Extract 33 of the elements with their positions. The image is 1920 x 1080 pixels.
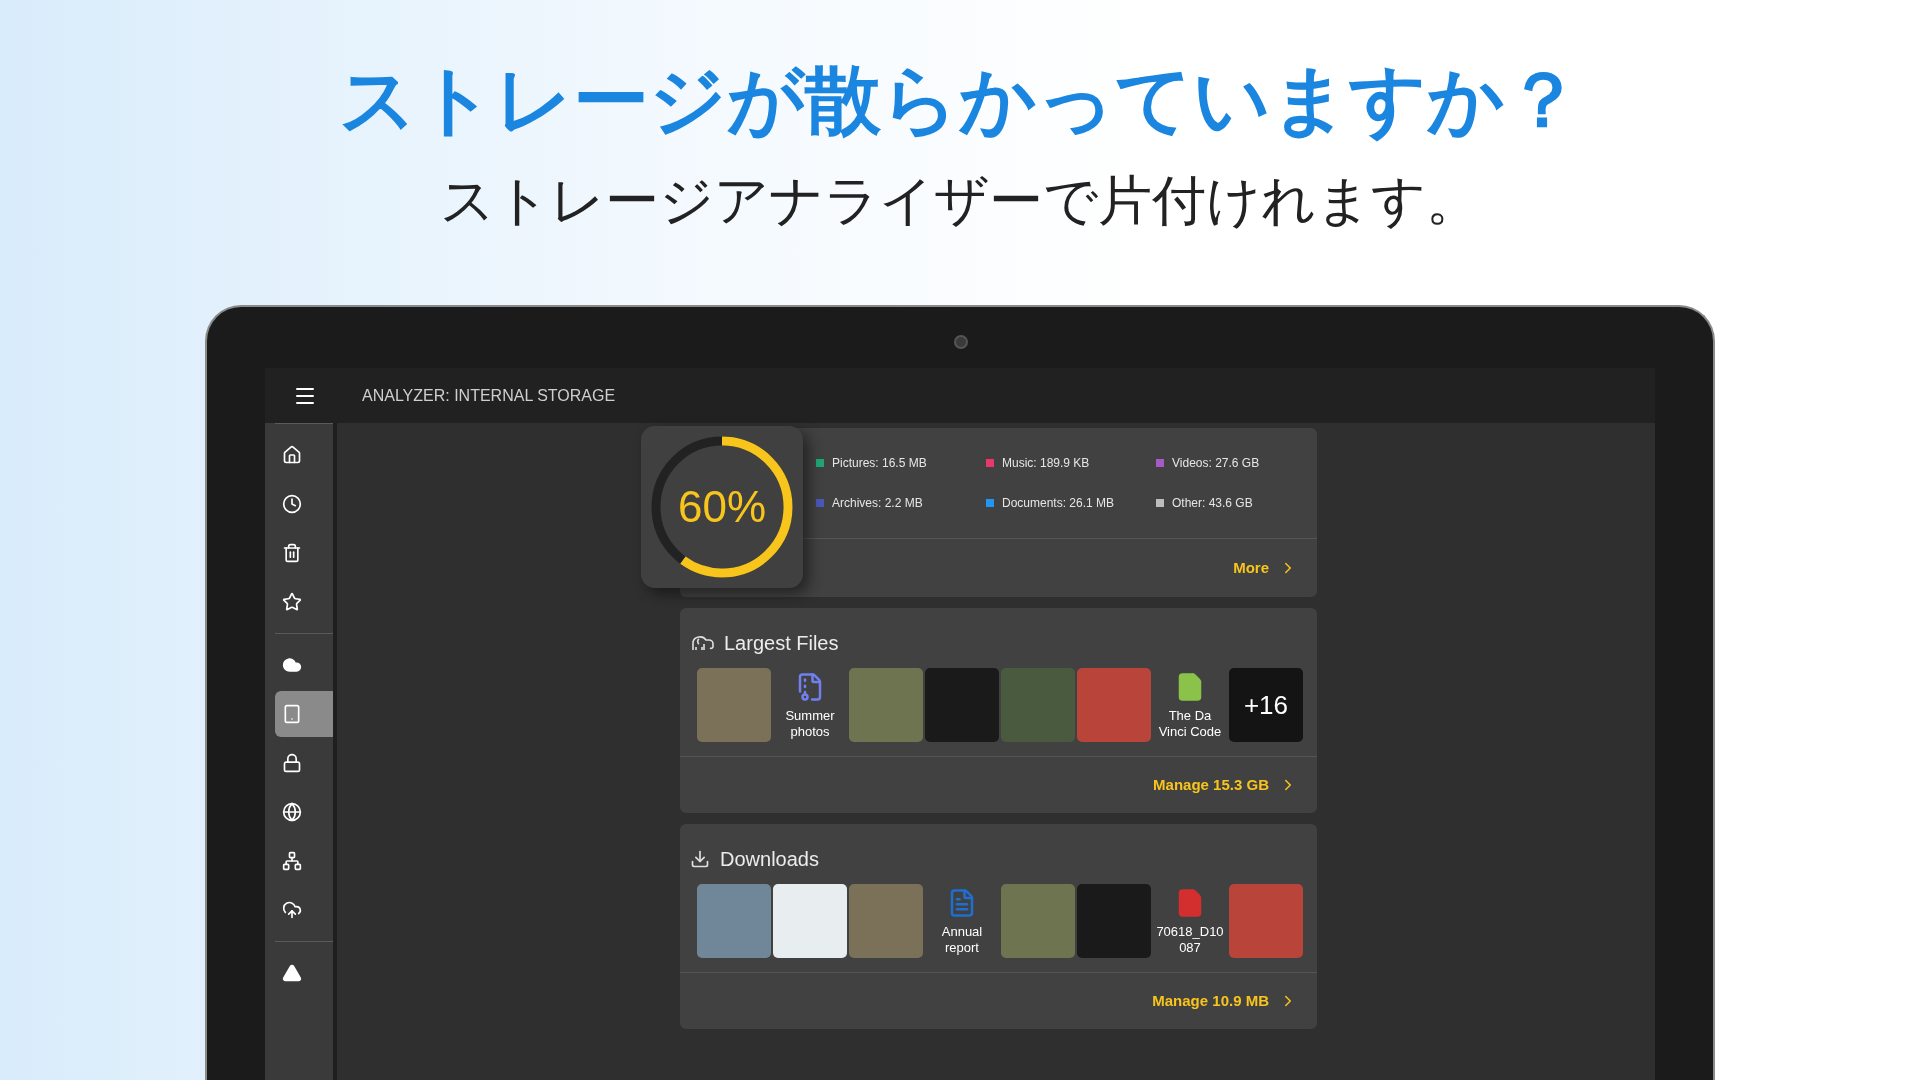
file-name[interactable]: 70618_D10087 <box>1153 924 1227 956</box>
tablet-icon <box>282 704 302 724</box>
usage-percent: 60% <box>677 485 767 529</box>
cloud-icon <box>282 655 302 675</box>
legend-label: Pictures: 16.5 MB <box>832 455 927 472</box>
section-title: Downloads <box>720 847 819 872</box>
app-title: ANALYZER: INTERNAL STORAGE <box>362 385 616 406</box>
clock-icon <box>282 494 302 514</box>
trash-icon <box>282 543 302 563</box>
file-name[interactable]: Annual report <box>925 924 999 956</box>
home-icon <box>282 445 302 465</box>
download-icon <box>690 849 710 869</box>
globe-icon <box>282 802 302 822</box>
cloud-upload-icon <box>282 900 302 920</box>
triangle-icon <box>282 963 302 983</box>
promo-headline: ストレージが散らかっていますか？ <box>339 56 1581 144</box>
legend-label: Other: 43.6 GB <box>1172 495 1253 512</box>
promo-subtitle: ストレージアナライザーで片付けれます。 <box>440 169 1480 232</box>
file-name[interactable]: The Da Vinci Code <box>1153 708 1227 740</box>
manage-link[interactable]: Manage 15.3 GB <box>1153 773 1297 797</box>
camera-icon <box>954 335 968 349</box>
more-link[interactable]: More <box>1233 556 1297 580</box>
legend-label: Music: 189.9 KB <box>1002 455 1090 472</box>
star-icon <box>282 592 302 612</box>
legend-label: Documents: 26.1 MB <box>1002 495 1115 512</box>
section-title: Largest Files <box>724 631 839 656</box>
network-icon <box>282 851 302 871</box>
lock-icon <box>282 753 302 773</box>
legend-label: Videos: 27.6 GB <box>1172 455 1260 472</box>
file-name[interactable]: Summer photos <box>773 708 847 740</box>
more-files-tile[interactable]: +16 <box>1229 668 1303 742</box>
legend-label: Archives: 2.2 MB <box>832 495 923 512</box>
manage-link[interactable]: Manage 10.9 MB <box>1152 989 1297 1013</box>
